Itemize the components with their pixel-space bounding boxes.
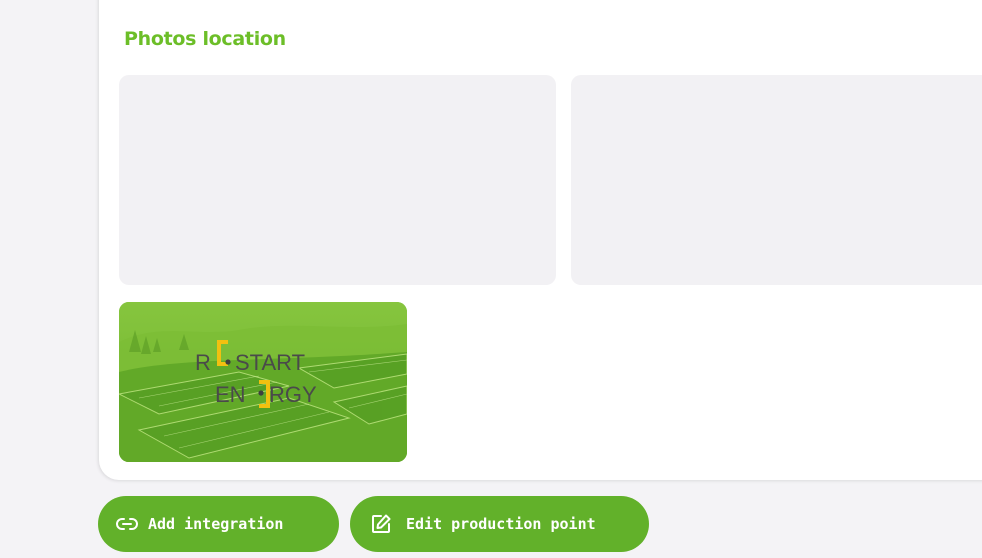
logo-line2-right: RGY (269, 382, 317, 407)
add-integration-label: Add integration (148, 515, 284, 533)
section-title: Photos location (124, 28, 286, 50)
add-integration-button[interactable]: Add integration (98, 496, 339, 552)
logo-line1-right: START (235, 350, 305, 375)
edit-production-point-button[interactable]: Edit production point (350, 496, 649, 552)
logo-line2-left: EN (215, 382, 246, 407)
edit-production-point-label: Edit production point (406, 515, 596, 533)
logo-line1-left: R (195, 350, 211, 375)
edit-square-icon (370, 513, 392, 535)
photo-placeholder-2[interactable] (571, 75, 982, 285)
photo-placeholder-1[interactable] (119, 75, 556, 285)
solar-farm-photo: R START EN RGY (119, 302, 407, 462)
location-photo-thumbnail[interactable]: R START EN RGY (119, 302, 407, 462)
link-icon (116, 513, 138, 535)
